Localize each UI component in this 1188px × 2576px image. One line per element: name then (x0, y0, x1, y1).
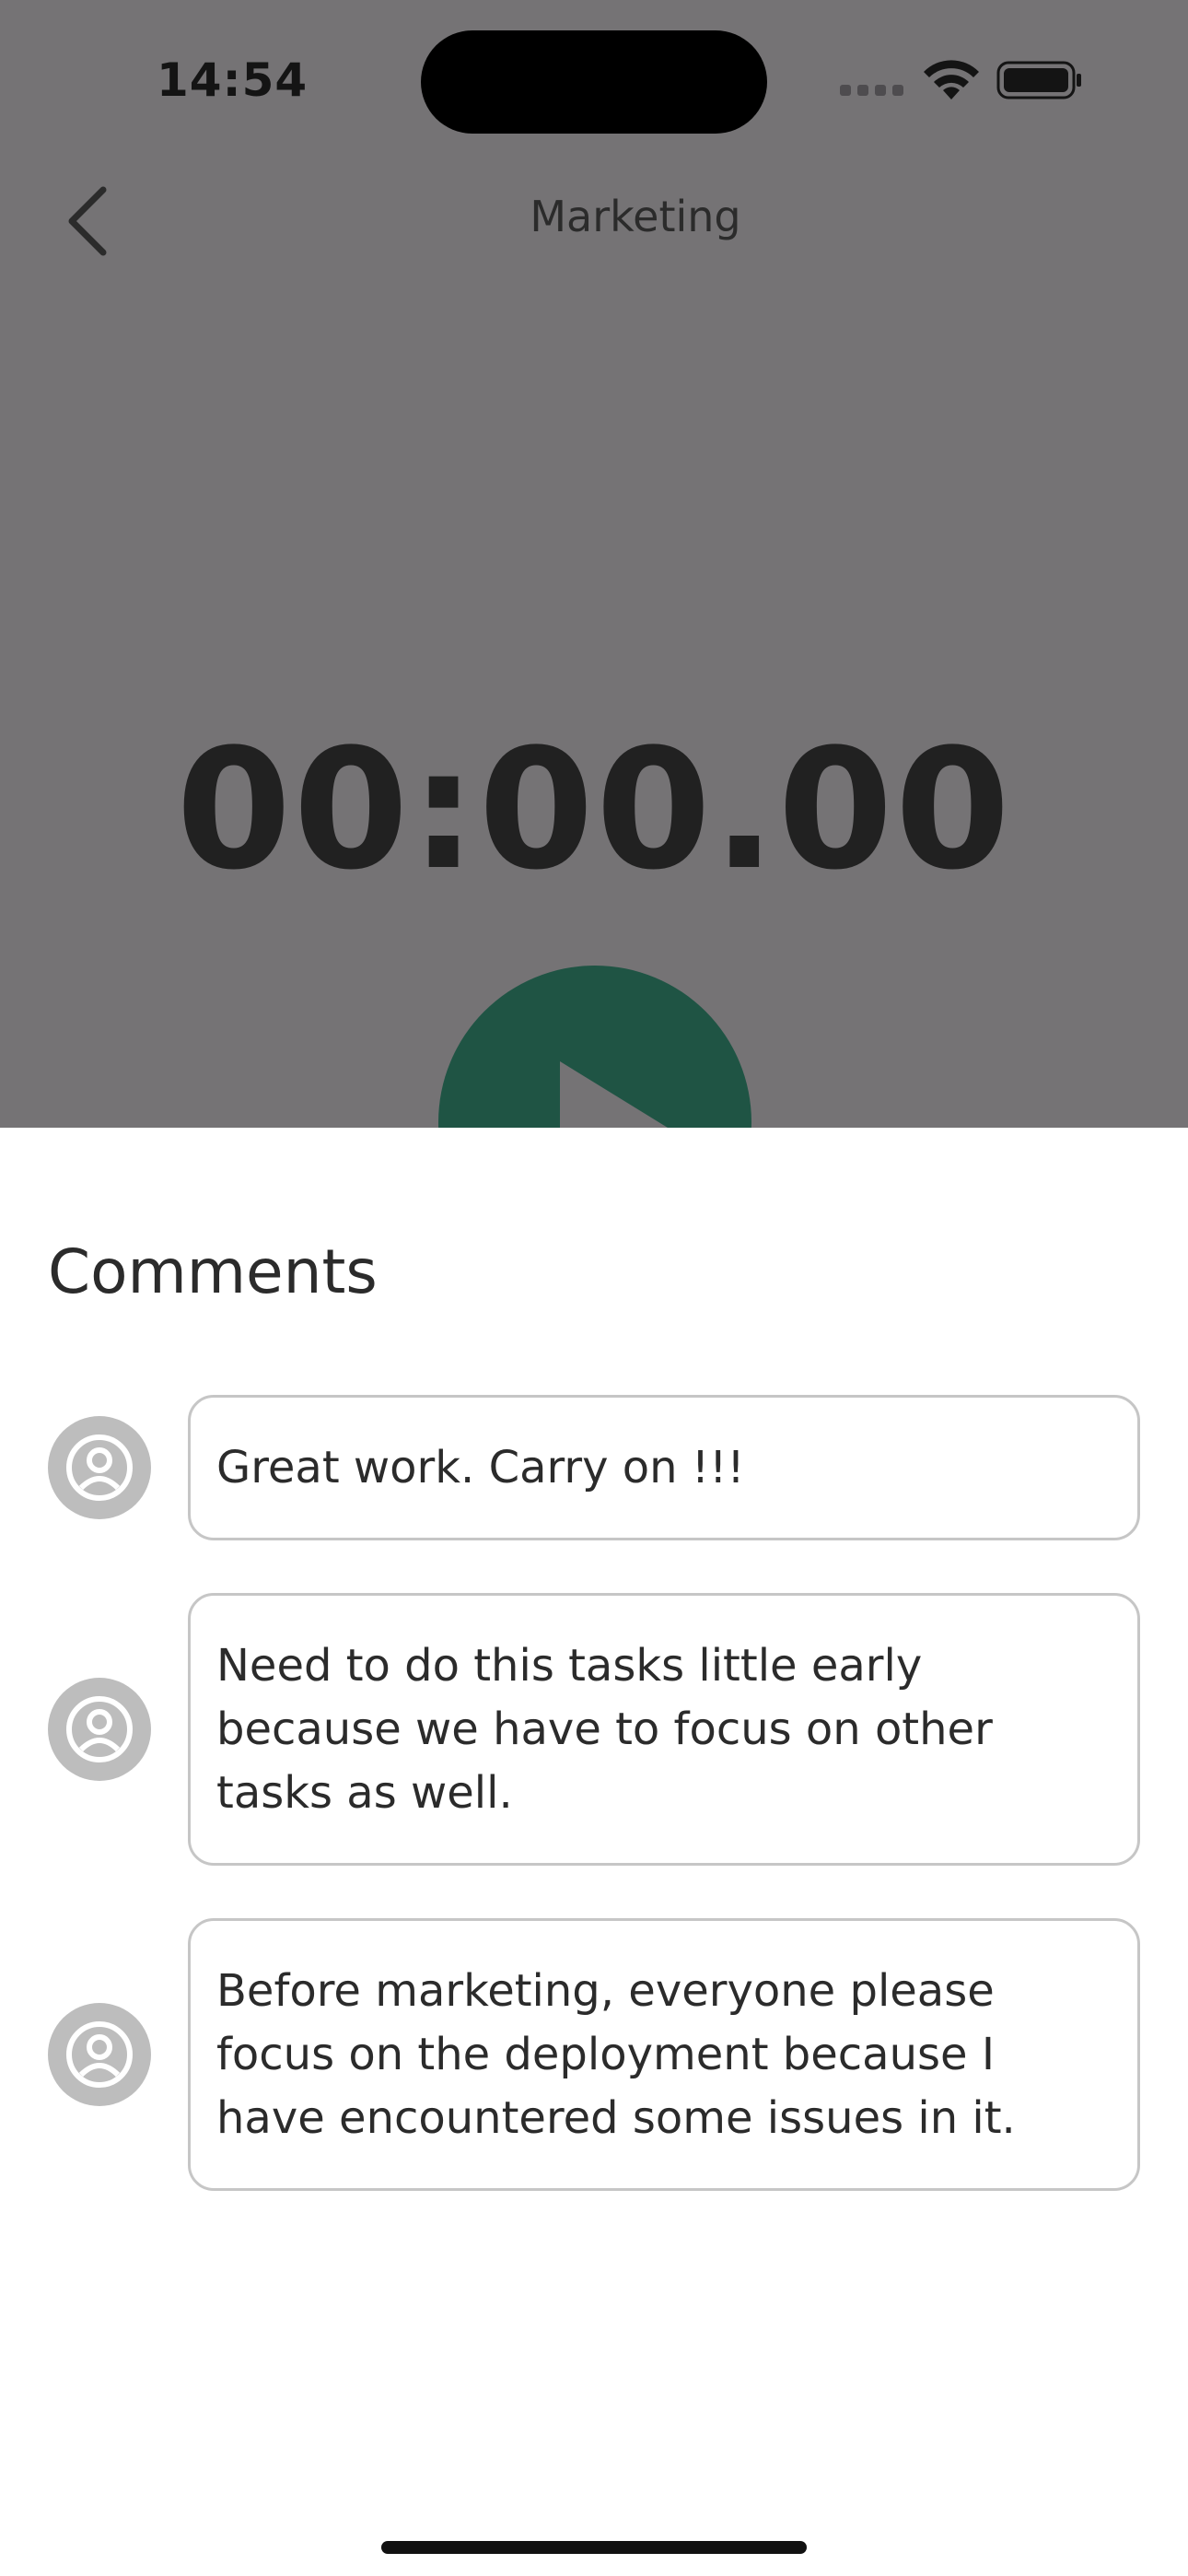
comment-item: Need to do this tasks little early becau… (48, 1593, 1140, 1866)
user-avatar-icon (66, 2021, 133, 2088)
comments-bottom-sheet: Comments Great work. Carry on !!! Need t… (0, 1128, 1188, 2576)
user-avatar-icon (66, 1434, 133, 1501)
avatar (48, 1416, 151, 1519)
stopwatch-time: 00:00.00 (176, 714, 1012, 907)
play-icon (560, 1061, 680, 1128)
avatar (48, 2003, 151, 2106)
battery-icon (996, 61, 1081, 100)
cellular-signal-icon (840, 85, 903, 96)
dynamic-island (421, 30, 767, 134)
play-button[interactable] (438, 966, 751, 1128)
page-title: Marketing (530, 192, 741, 241)
comment-text: Need to do this tasks little early becau… (188, 1593, 1140, 1866)
home-indicator[interactable] (381, 2541, 807, 2554)
avatar (48, 1678, 151, 1781)
user-avatar-icon (66, 1696, 133, 1762)
comment-item: Great work. Carry on !!! (48, 1395, 1140, 1540)
comment-text: Before marketing, everyone please focus … (188, 1918, 1140, 2191)
comment-text: Great work. Carry on !!! (188, 1395, 1140, 1540)
stopwatch-screen-dimmed: 14:54 Marketing 00:00.00 (0, 0, 1188, 1128)
wifi-icon (924, 60, 979, 100)
comment-item: Before marketing, everyone please focus … (48, 1918, 1140, 2191)
comments-title: Comments (48, 1236, 378, 1307)
status-time: 14:54 (157, 53, 309, 107)
